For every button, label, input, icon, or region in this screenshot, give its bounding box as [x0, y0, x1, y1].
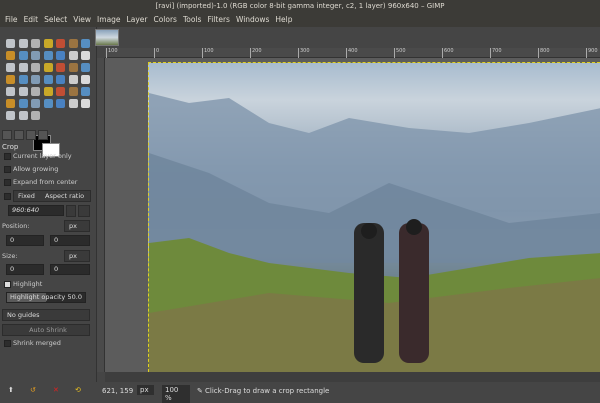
menu-tools[interactable]: Tools	[180, 12, 204, 27]
position-unit-dropdown[interactable]: px	[64, 220, 90, 232]
allow-growing-checkbox[interactable]	[4, 166, 11, 173]
position-label: Position:	[2, 222, 30, 230]
restore-options-icon[interactable]: ↺	[30, 386, 36, 394]
highlight-checkbox[interactable]	[4, 281, 11, 288]
position-x-input[interactable]: 0	[6, 235, 44, 246]
ruler-label: 800	[538, 48, 550, 58]
ruler-label: 900	[586, 48, 598, 58]
size-unit-dropdown[interactable]: px	[64, 250, 90, 262]
allow-growing-label: Allow growing	[13, 165, 59, 173]
menu-filters[interactable]: Filters	[204, 12, 232, 27]
ruler-label: 200	[250, 48, 262, 58]
ruler-label: 0	[154, 48, 159, 58]
ruler-label: 100	[202, 48, 214, 58]
shrink-merged-checkbox[interactable]	[4, 340, 11, 347]
menu-layer[interactable]: Layer	[124, 12, 151, 27]
menu-colors[interactable]: Colors	[150, 12, 180, 27]
crop-tool-icon: ✎	[197, 387, 203, 395]
shrink-merged-label: Shrink merged	[13, 339, 61, 347]
menu-windows[interactable]: Windows	[233, 12, 272, 27]
position-y-input[interactable]: 0	[50, 235, 90, 246]
zoom-dropdown[interactable]: 100 %	[162, 385, 190, 403]
current-layer-only-label: Current layer only	[13, 152, 72, 160]
ruler-label: 400	[346, 48, 358, 58]
image-tabs	[97, 27, 600, 48]
size-w-input[interactable]: 0	[6, 264, 44, 275]
menu-image[interactable]: Image	[94, 12, 124, 27]
ruler-label: 700	[490, 48, 502, 58]
guides-dropdown[interactable]: No guides	[2, 309, 90, 321]
size-label: Size:	[2, 252, 18, 260]
landscape-icon[interactable]	[78, 205, 90, 217]
toolbox-bottom-bar: ⬆ ↺ ✕ ⟲	[0, 382, 97, 400]
fixed-mode-dropdown[interactable]: Fixed Aspect ratio	[13, 190, 91, 202]
horizontal-ruler: 100 0 100 200 300 400 500 600 700 800 900	[105, 48, 600, 58]
ratio-input[interactable]: 960:640	[8, 205, 64, 216]
image-tab-thumbnail[interactable]	[95, 29, 119, 46]
expand-from-center-checkbox[interactable]	[4, 179, 11, 186]
highlight-opacity-slider[interactable]: Highlight opacity 50.0	[6, 292, 86, 303]
fixed-label: Fixed	[18, 192, 35, 200]
status-bar: 621, 159 px 100 % ✎ Click-Drag to draw a…	[97, 382, 600, 403]
tool-options-title: Crop	[2, 143, 19, 151]
mountain-photo	[149, 93, 600, 372]
ruler-label: 500	[394, 48, 406, 58]
save-options-icon[interactable]: ⬆	[8, 386, 14, 394]
ruler-label: 100	[106, 48, 118, 58]
horizontal-scrollbar[interactable]	[105, 372, 600, 382]
current-layer-only-checkbox[interactable]	[4, 153, 11, 160]
expand-from-center-label: Expand from center	[13, 178, 78, 186]
fixed-checkbox[interactable]	[4, 193, 11, 200]
fixed-mode-value: Aspect ratio	[45, 192, 85, 200]
toolbox: Crop Current layer only Allow growing Ex…	[0, 27, 97, 382]
highlight-opacity-label: Highlight opacity	[10, 293, 66, 301]
pointer-coordinates: 621, 159	[102, 387, 134, 395]
ruler-label: 300	[298, 48, 310, 58]
auto-shrink-button[interactable]: Auto Shrink	[2, 324, 90, 336]
menu-help[interactable]: Help	[272, 12, 295, 27]
ruler-label: 600	[442, 48, 454, 58]
size-h-input[interactable]: 0	[50, 264, 90, 275]
highlight-opacity-value: 50.0	[67, 293, 82, 301]
status-hint: Click-Drag to draw a crop rectangle	[205, 387, 330, 395]
unit-dropdown[interactable]: px	[137, 385, 154, 395]
portrait-icon[interactable]	[66, 205, 76, 217]
image-canvas[interactable]	[148, 62, 600, 372]
reset-options-icon[interactable]: ⟲	[75, 386, 81, 394]
vertical-ruler	[97, 58, 105, 372]
highlight-label: Highlight	[13, 280, 43, 288]
delete-options-icon[interactable]: ✕	[53, 386, 59, 394]
